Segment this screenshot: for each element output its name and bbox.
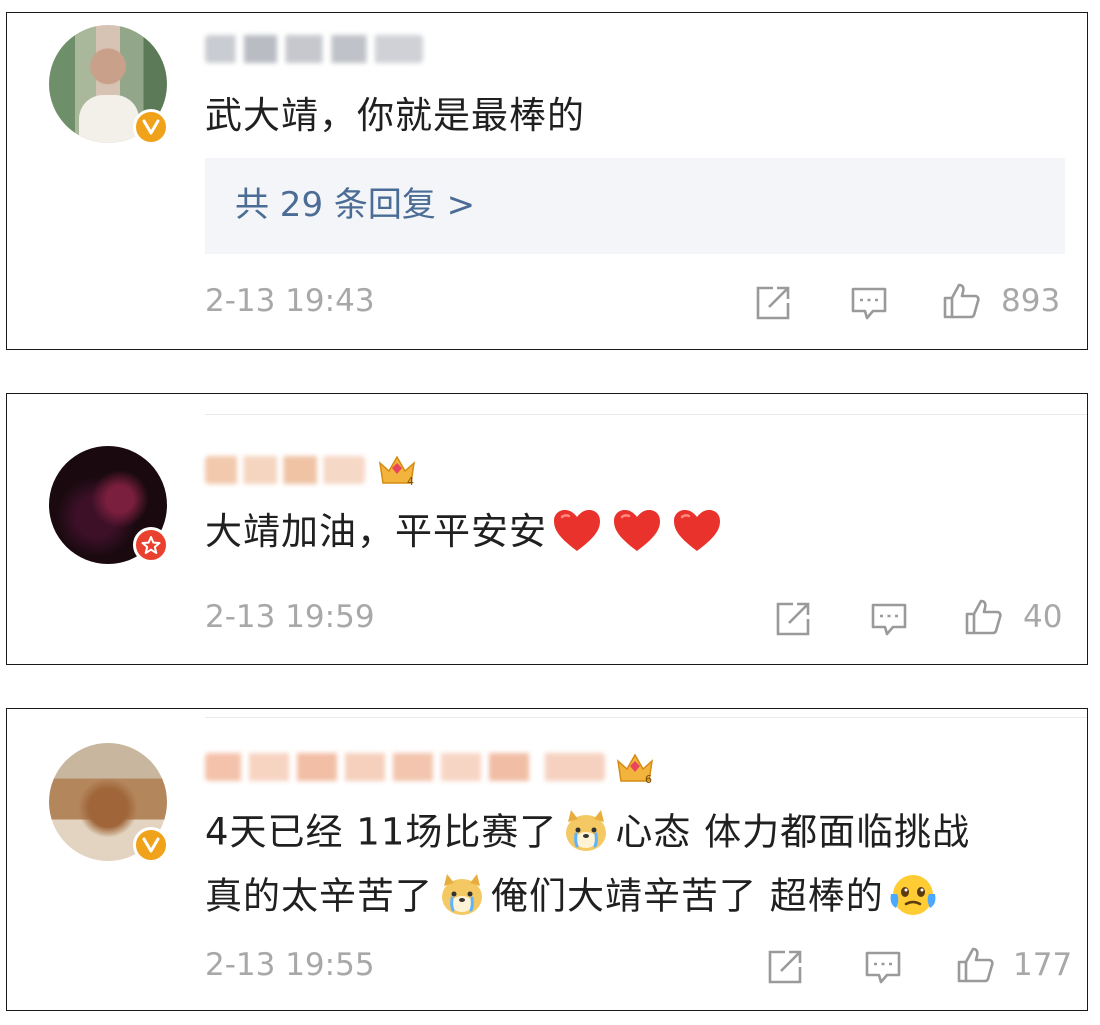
comment-timestamp: 2-13 19:43 [205, 283, 375, 319]
like-count: 893 [1001, 283, 1061, 319]
comment-icon[interactable] [869, 599, 909, 639]
comment-icon[interactable] [863, 947, 903, 987]
comment-timestamp: 2-13 19:55 [205, 947, 375, 983]
comment-icon[interactable] [849, 283, 889, 323]
comment-card: 4 大靖加油，平平安安 2-13 19:59 40 [6, 393, 1088, 665]
comment-card: 6 4天已经 11场比赛了 心态 体力都面临挑战 真的太辛苦了 俺们大靖辛苦了 超棒… [6, 708, 1088, 1011]
comment-text: 武大靖，你就是最棒的 [205, 94, 585, 137]
divider [205, 414, 1087, 415]
comment-text-line-2: 真的太辛苦了 俺们大靖辛苦了 超棒的 [205, 873, 942, 923]
like-count: 177 [1013, 947, 1073, 983]
comment-text: 大靖加油，平平安安 [205, 509, 727, 558]
comment-text-segment: 俺们大靖辛苦了 超棒的 [491, 874, 884, 918]
star-badge-icon [133, 527, 169, 563]
crown-icon: 4 [378, 455, 416, 488]
tearful-face-emoji [890, 875, 936, 915]
svg-text:6: 6 [645, 773, 652, 786]
comment-card: 武大靖，你就是最棒的 共 29 条回复 > 2-13 19:43 893 [6, 12, 1088, 350]
comment-timestamp: 2-13 19:59 [205, 599, 375, 635]
svg-text:4: 4 [407, 475, 414, 488]
heart-emoji [614, 509, 660, 551]
comment-text-body: 大靖加油，平平安安 [205, 510, 547, 553]
comment-text-segment: 心态 体力都面临挑战 [615, 810, 971, 854]
like-icon[interactable] [955, 945, 995, 985]
crying-doge-emoji [566, 810, 607, 851]
comment-text-segment: 4天已经 11场比赛了 [205, 810, 558, 854]
share-icon[interactable] [753, 283, 793, 323]
share-icon[interactable] [765, 947, 805, 987]
verified-badge-icon [133, 109, 169, 145]
comment-text-line-1: 4天已经 11场比赛了 心态 体力都面临挑战 [205, 809, 970, 859]
like-count: 40 [1023, 599, 1063, 635]
verified-badge-icon [133, 827, 169, 863]
heart-emoji [674, 509, 720, 551]
share-icon[interactable] [773, 599, 813, 639]
crown-icon: 6 [616, 753, 654, 786]
divider [205, 717, 1087, 718]
username-blurred[interactable] [205, 456, 365, 484]
crying-doge-emoji [442, 874, 482, 915]
like-icon[interactable] [941, 281, 981, 321]
username-blurred[interactable] [205, 753, 605, 781]
heart-emoji [554, 509, 600, 551]
like-icon[interactable] [963, 597, 1003, 637]
replies-panel[interactable]: 共 29 条回复 > [205, 158, 1065, 254]
view-replies-link[interactable]: 共 29 条回复 > [235, 182, 475, 228]
username-blurred[interactable] [205, 35, 423, 63]
comment-text-segment: 真的太辛苦了 [205, 874, 433, 918]
